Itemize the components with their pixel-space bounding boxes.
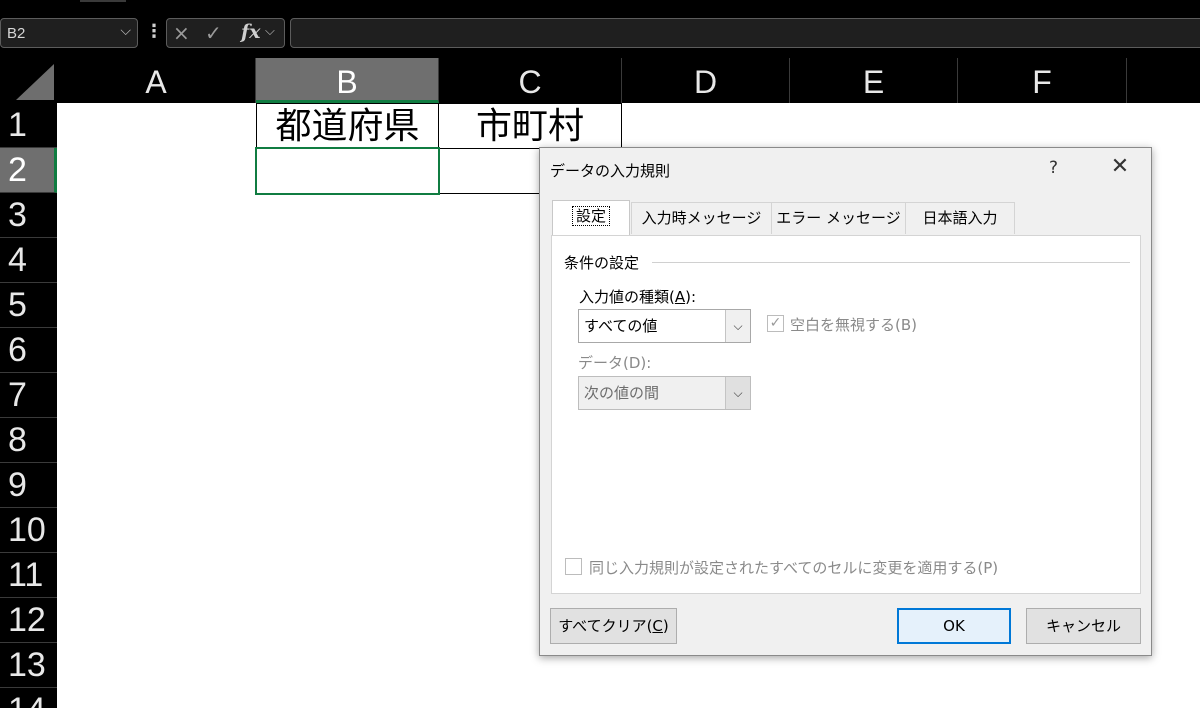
formula-input[interactable] [290, 18, 1200, 48]
apply-all-label: 同じ入力規則が設定されたすべてのセルに変更を適用する(P) [589, 559, 999, 577]
row-header-8[interactable]: 8 [0, 418, 57, 463]
formula-buttons: × ✓ fx ⌵ [166, 18, 285, 48]
column-header-c[interactable]: C [439, 58, 622, 103]
row-header-10[interactable]: 10 [0, 508, 57, 553]
apply-all-checkbox[interactable] [565, 558, 582, 575]
cell-b1[interactable]: 都道府県 [256, 103, 439, 149]
clear-all-pre: すべてクリア( [558, 617, 653, 635]
data-validation-dialog: データの入力規則 ? ✕ 設定 入力時メッセージ エラー メッセージ 日本語入力… [539, 147, 1152, 656]
column-header-d[interactable]: D [622, 58, 790, 103]
column-header-g[interactable] [1127, 58, 1200, 103]
allow-select-value: すべての値 [584, 317, 658, 335]
data-label: データ(D): [578, 354, 652, 372]
row-header-14[interactable]: 14 [0, 688, 57, 708]
row-header-1[interactable]: 1 [0, 103, 57, 148]
ribbon-tab-edge [80, 0, 126, 2]
tab-input-message[interactable]: 入力時メッセージ [631, 202, 772, 234]
group-divider [652, 262, 1130, 263]
ignore-blank-checkbox[interactable]: ✓ [767, 315, 784, 332]
allow-label: 入力値の種類(A): [579, 286, 696, 307]
chevron-down-icon[interactable]: ⌵ [725, 377, 750, 409]
ribbon-edge [0, 0, 1200, 14]
chevron-down-icon[interactable]: ⌵ [265, 24, 275, 39]
chevron-down-icon[interactable]: ⌵ [120, 23, 131, 39]
ignore-blank-label: 空白を無視する(B) [790, 316, 917, 334]
cell-c1[interactable]: 市町村 [438, 103, 622, 149]
cell-b2-active[interactable] [255, 147, 440, 195]
row-header-6[interactable]: 6 [0, 328, 57, 373]
row-header-13[interactable]: 13 [0, 643, 57, 688]
help-icon[interactable]: ? [1049, 158, 1058, 178]
row-header-12[interactable]: 12 [0, 598, 57, 643]
tab-settings-label: 設定 [571, 206, 611, 226]
allow-select[interactable]: すべての値 ⌵ [578, 309, 751, 343]
tab-error-message[interactable]: エラー メッセージ [771, 202, 906, 234]
row-header-7[interactable]: 7 [0, 373, 57, 418]
tab-ime-mode[interactable]: 日本語入力 [905, 202, 1015, 234]
row-header-3[interactable]: 3 [0, 193, 57, 238]
row-header-4[interactable]: 4 [0, 238, 57, 283]
formula-bar: B2 ⌵ ⋮ × ✓ fx ⌵ [0, 14, 1200, 58]
close-icon[interactable]: ✕ [1108, 154, 1132, 179]
criteria-group-label: 条件の設定 [564, 252, 646, 273]
column-header-a[interactable]: A [57, 58, 256, 103]
name-box[interactable]: B2 ⌵ [0, 18, 138, 48]
settings-panel: 条件の設定 入力値の種類(A): すべての値 ⌵ ✓ 空白を無視する(B) デー… [551, 235, 1141, 594]
allow-label-pre: 入力値の種類( [579, 288, 675, 306]
more-options-icon[interactable]: ⋮ [145, 22, 163, 44]
column-header-e[interactable]: E [790, 58, 958, 103]
chevron-down-icon[interactable]: ⌵ [725, 310, 750, 342]
clear-all-button[interactable]: すべてクリア(C) [550, 608, 677, 644]
insert-function-icon[interactable]: fx [241, 21, 261, 43]
dialog-title: データの入力規則 [550, 162, 671, 180]
row-header-2[interactable]: 2 [0, 148, 57, 193]
clear-all-key: C [652, 617, 663, 635]
cancel-button[interactable]: キャンセル [1026, 608, 1141, 644]
row-header-5[interactable]: 5 [0, 283, 57, 328]
row-header-9[interactable]: 9 [0, 463, 57, 508]
data-select-value: 次の値の間 [584, 384, 660, 402]
enter-entry-icon[interactable]: ✓ [205, 21, 222, 45]
select-all-triangle-icon [16, 64, 54, 100]
column-header-b[interactable]: B [256, 58, 439, 103]
column-header-f[interactable]: F [958, 58, 1127, 103]
row-header-11[interactable]: 11 [0, 553, 57, 598]
select-all-button[interactable] [0, 58, 57, 103]
data-select[interactable]: 次の値の間 ⌵ [578, 376, 751, 410]
cancel-entry-icon[interactable]: × [173, 21, 190, 45]
allow-label-post: ): [685, 288, 697, 306]
allow-label-key: A [674, 288, 686, 306]
name-box-value: B2 [7, 25, 26, 42]
clear-all-post: ) [662, 617, 669, 635]
tab-settings[interactable]: 設定 [552, 200, 630, 235]
ok-button[interactable]: OK [897, 608, 1011, 644]
